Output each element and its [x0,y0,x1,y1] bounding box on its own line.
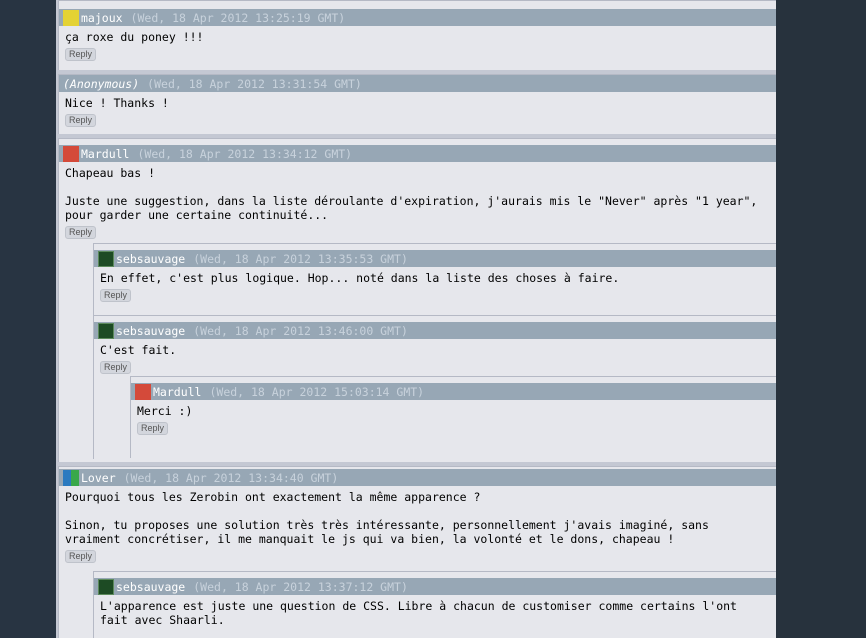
comment-body: Nice ! Thanks ! [59,92,776,112]
reply-button[interactable]: Reply [100,289,132,302]
comment-header: (Anonymous) (Wed, 18 Apr 2012 13:31:54 G… [59,75,776,92]
comment-header: Mardull (Wed, 18 Apr 2012 13:34:12 GMT) [59,145,776,162]
avatar [98,250,114,267]
avatar [63,469,79,486]
right-background [776,0,866,638]
comment-date: (Wed, 18 Apr 2012 13:37:12 GMT) [193,579,408,594]
comment: Mardull (Wed, 18 Apr 2012 15:03:14 GMT) … [130,376,776,458]
comment-body: Merci :) [131,400,776,420]
comment: sebsauvage (Wed, 18 Apr 2012 13:46:00 GM… [93,315,776,459]
comment: sebsauvage (Wed, 18 Apr 2012 13:37:12 GM… [93,571,776,638]
avatar [135,383,151,400]
comment-header: majoux (Wed, 18 Apr 2012 13:25:19 GMT) [59,9,776,26]
comment-author: (Anonymous) [63,76,140,91]
comment-author: sebsauvage [116,251,186,266]
avatar [63,9,79,26]
left-background [0,0,56,638]
comment-date: (Wed, 18 Apr 2012 13:35:53 GMT) [193,251,408,266]
comment-date: (Wed, 18 Apr 2012 13:46:00 GMT) [193,323,408,338]
comment-text [65,180,770,194]
comment-header: Mardull (Wed, 18 Apr 2012 15:03:14 GMT) [131,383,776,400]
comment-text [65,504,770,518]
avatar [98,322,114,339]
comment-text: pour garder une certaine continuité... [65,208,329,222]
comment-date: (Wed, 18 Apr 2012 13:31:54 GMT) [147,76,362,91]
comment-text: Sinon, tu proposes une solution très trè… [65,518,709,532]
comment-text: fait avec Shaarli. [100,613,225,627]
comment-text: L'apparence est juste une question de CS… [100,599,737,613]
avatar [98,578,114,595]
comment-header: Lover (Wed, 18 Apr 2012 13:34:40 GMT) [59,469,776,486]
reply-button[interactable]: Reply [65,48,97,61]
reply-button[interactable]: Reply [65,114,97,127]
reply-button[interactable]: Reply [65,550,97,563]
comment-text: vraiment concrétiser, il me manquait le … [65,532,675,546]
comment-header: sebsauvage (Wed, 18 Apr 2012 13:37:12 GM… [94,578,776,595]
comment-date: (Wed, 18 Apr 2012 13:25:19 GMT) [130,10,346,25]
comment-body: L'apparence est juste une question de CS… [94,595,776,629]
comment: Lover (Wed, 18 Apr 2012 13:34:40 GMT) Po… [58,466,776,638]
comment-text: Merci :) [137,404,193,418]
comment-date: (Wed, 18 Apr 2012 13:34:12 GMT) [137,146,353,161]
comment-text: Chapeau bas ! [65,166,156,180]
comment-header: sebsauvage (Wed, 18 Apr 2012 13:35:53 GM… [94,250,776,267]
comment-author: sebsauvage [116,579,186,594]
reply-button[interactable]: Reply [65,226,97,239]
reply-button[interactable]: Reply [137,422,169,435]
comment-author: sebsauvage [116,323,186,338]
comment-text: C'est fait. [100,343,177,357]
comment-date: (Wed, 18 Apr 2012 15:03:14 GMT) [209,384,425,399]
reply-button[interactable]: Reply [100,361,132,374]
comment-author: majoux [81,10,123,25]
avatar [63,145,79,162]
discussion-page: majoux (Wed, 18 Apr 2012 13:25:19 GMT) ç… [56,0,776,638]
comment-text: ça roxe du poney !!! [65,30,204,44]
comment-body: En effet, c'est plus logique. Hop... not… [94,267,776,287]
comment-body: Chapeau bas ! Juste une suggestion, dans … [59,162,776,224]
comment-text: En effet, c'est plus logique. Hop... not… [100,271,620,285]
comment-text: Juste une suggestion, dans la liste déro… [65,194,758,208]
comment-body: C'est fait. [94,339,776,359]
comment-header: sebsauvage (Wed, 18 Apr 2012 13:46:00 GM… [94,322,776,339]
comment-date: (Wed, 18 Apr 2012 13:34:40 GMT) [123,470,339,485]
comment-author: Mardull [153,384,202,399]
comment-text: Pourquoi tous les Zerobin ont exactement… [65,490,481,504]
comment: (Anonymous) (Wed, 18 Apr 2012 13:31:54 G… [58,74,776,134]
comment: Mardull (Wed, 18 Apr 2012 13:34:12 GMT) … [58,138,776,462]
comment-body: ça roxe du poney !!! [59,26,776,46]
comment-body: Pourquoi tous les Zerobin ont exactement… [59,486,776,548]
comment-author: Mardull [81,146,130,161]
comment-text: Nice ! Thanks ! [65,96,169,110]
comment-author: Lover [81,470,116,485]
comment: majoux (Wed, 18 Apr 2012 13:25:19 GMT) ç… [58,0,776,70]
